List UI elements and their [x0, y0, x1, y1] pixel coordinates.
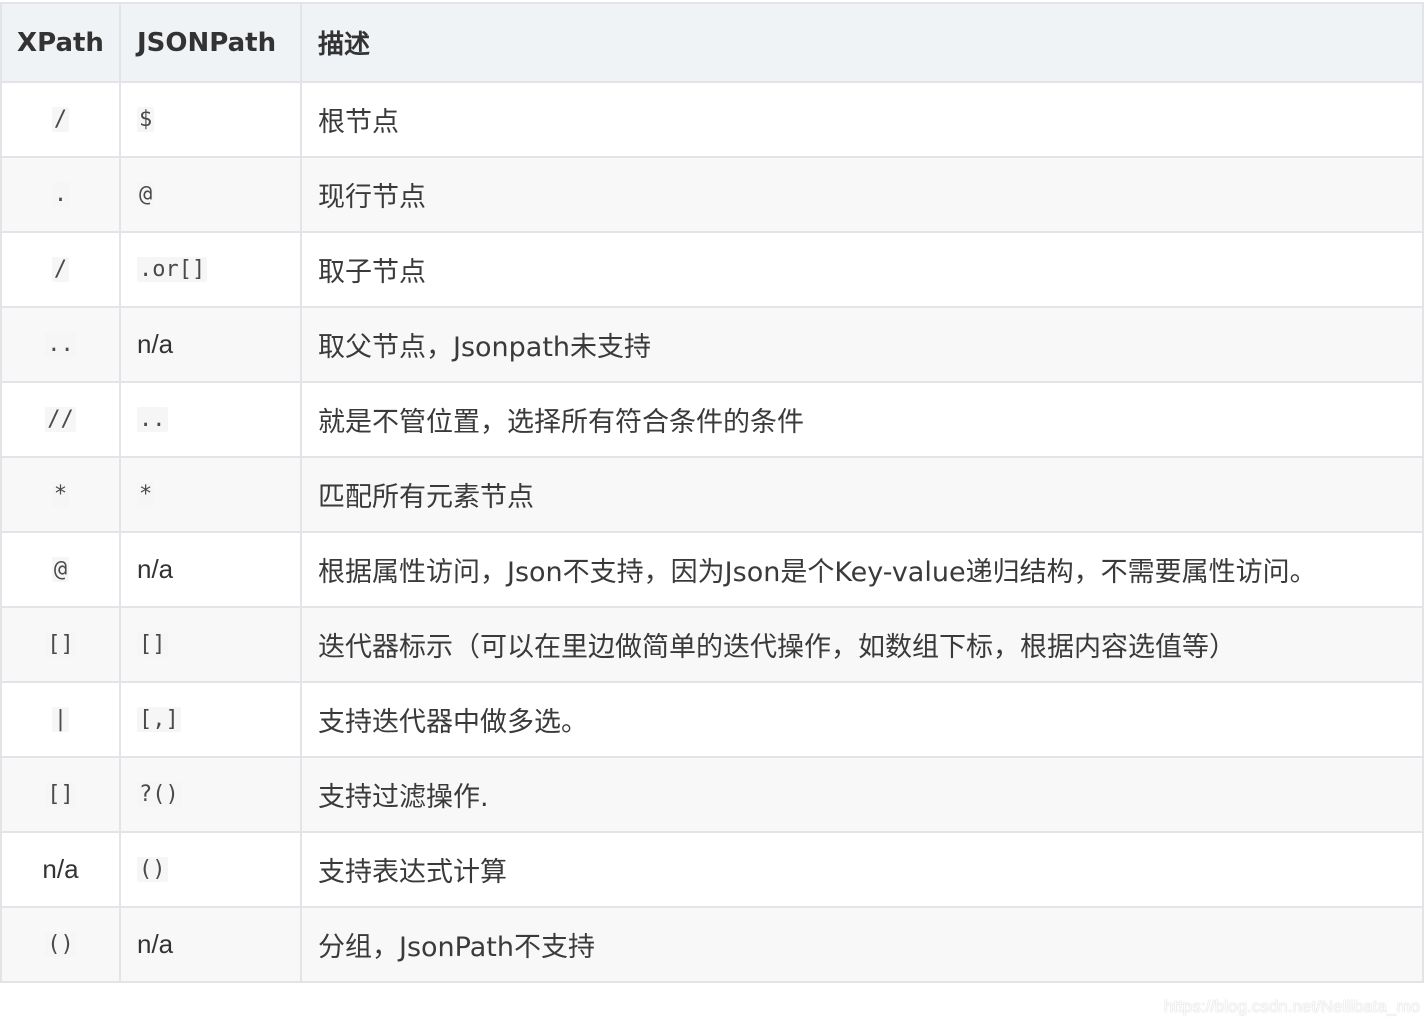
cell-jsonpath: .or[]: [119, 231, 302, 308]
header-jsonpath: JSONPath: [119, 2, 302, 83]
cell-description: 取父节点，Jsonpath未支持: [300, 306, 1424, 383]
cell-jsonpath: (): [119, 831, 302, 908]
jsonpath-code: ..: [137, 407, 168, 432]
xpath-code: //: [45, 407, 76, 432]
header-description: 描述: [300, 2, 1424, 83]
table-row: . @ 现行节点: [0, 156, 1424, 233]
jsonpath-text: n/a: [137, 329, 174, 359]
cell-jsonpath: $: [119, 81, 302, 158]
xpath-jsonpath-table: XPath JSONPath 描述 / $ 根节点. @ 现行节点 / .or[] 取子节点.…: [0, 2, 1424, 983]
jsonpath-code: *: [137, 482, 155, 507]
cell-description: 现行节点: [300, 156, 1424, 233]
cell-xpath: //: [0, 381, 121, 458]
cell-description: 迭代器标示（可以在里边做简单的迭代操作，如数组下标，根据内容选值等）: [300, 606, 1424, 683]
xpath-code: []: [45, 632, 76, 657]
cell-description: 匹配所有元素节点: [300, 456, 1424, 533]
table-row: //.. 就是不管位置，选择所有符合条件的条件: [0, 381, 1424, 458]
cell-jsonpath: ?(): [119, 756, 302, 833]
table-row: [] [] 迭代器标示（可以在里边做简单的迭代操作，如数组下标，根据内容选值等）: [0, 606, 1424, 683]
cell-xpath: .: [0, 156, 121, 233]
xpath-code: |: [51, 707, 70, 732]
cell-jsonpath: @: [119, 156, 302, 233]
jsonpath-code: ?(): [137, 782, 181, 807]
cell-description: 就是不管位置，选择所有符合条件的条件: [300, 381, 1424, 458]
jsonpath-code: .or[]: [137, 257, 208, 282]
cell-xpath: []: [0, 756, 121, 833]
cell-xpath: |: [0, 681, 121, 758]
cell-xpath: n/a: [0, 831, 121, 908]
cell-xpath: /: [0, 81, 121, 158]
xpath-code: []: [45, 782, 76, 807]
table-row: / .or[] 取子节点: [0, 231, 1424, 308]
jsonpath-code: @: [137, 182, 155, 207]
xpath-code: @: [51, 557, 70, 582]
cell-description: 支持迭代器中做多选。: [300, 681, 1424, 758]
jsonpath-code: []: [137, 632, 168, 657]
cell-jsonpath: *: [119, 456, 302, 533]
jsonpath-code: $: [137, 107, 155, 132]
cell-jsonpath: [,]: [119, 681, 302, 758]
xpath-code: .: [51, 182, 70, 207]
xpath-code: *: [51, 482, 70, 507]
cell-xpath: ..: [0, 306, 121, 383]
table-header-row: XPath JSONPath 描述: [0, 2, 1424, 83]
cell-xpath: *: [0, 456, 121, 533]
xpath-code: /: [51, 257, 70, 282]
cell-jsonpath: []: [119, 606, 302, 683]
cell-xpath: (): [0, 906, 121, 983]
xpath-text: n/a: [42, 854, 79, 884]
cell-jsonpath: ..: [119, 381, 302, 458]
header-xpath: XPath: [0, 2, 121, 83]
cell-description: 分组，JsonPath不支持: [300, 906, 1424, 983]
table-row: / $ 根节点: [0, 81, 1424, 158]
cell-description: 取子节点: [300, 231, 1424, 308]
table-row: .. n/a 取父节点，Jsonpath未支持: [0, 306, 1424, 383]
cell-description: 支持过滤操作.: [300, 756, 1424, 833]
table-row: () n/a 分组，JsonPath不支持: [0, 906, 1424, 983]
jsonpath-code: (): [137, 857, 168, 882]
cell-description: 支持表达式计算: [300, 831, 1424, 908]
table-row: | [,] 支持迭代器中做多选。: [0, 681, 1424, 758]
jsonpath-text: n/a: [137, 929, 174, 959]
jsonpath-code: [,]: [137, 707, 181, 732]
table-row: @ n/a 根据属性访问，Json不支持，因为Json是个Key-value递归结构…: [0, 531, 1424, 608]
cell-description: 根据属性访问，Json不支持，因为Json是个Key-value递归结构，不需要…: [300, 531, 1424, 608]
cell-description: 根节点: [300, 81, 1424, 158]
cell-xpath: @: [0, 531, 121, 608]
comparison-table-container: XPath JSONPath 描述 / $ 根节点. @ 现行节点 / .or[] 取子节点.…: [0, 0, 1426, 1025]
table-row: [] ?() 支持过滤操作.: [0, 756, 1424, 833]
cell-xpath: []: [0, 606, 121, 683]
table-row: * * 匹配所有元素节点: [0, 456, 1424, 533]
xpath-code: ..: [45, 332, 76, 357]
cell-jsonpath: n/a: [119, 906, 302, 983]
cell-jsonpath: n/a: [119, 306, 302, 383]
cell-xpath: /: [0, 231, 121, 308]
watermark: https://blog.csdn.net/Nellibata_mo: [1163, 997, 1420, 1016]
jsonpath-text: n/a: [137, 554, 174, 584]
cell-jsonpath: n/a: [119, 531, 302, 608]
xpath-code: (): [45, 932, 76, 957]
table-row: n/a () 支持表达式计算: [0, 831, 1424, 908]
xpath-code: /: [51, 107, 70, 132]
